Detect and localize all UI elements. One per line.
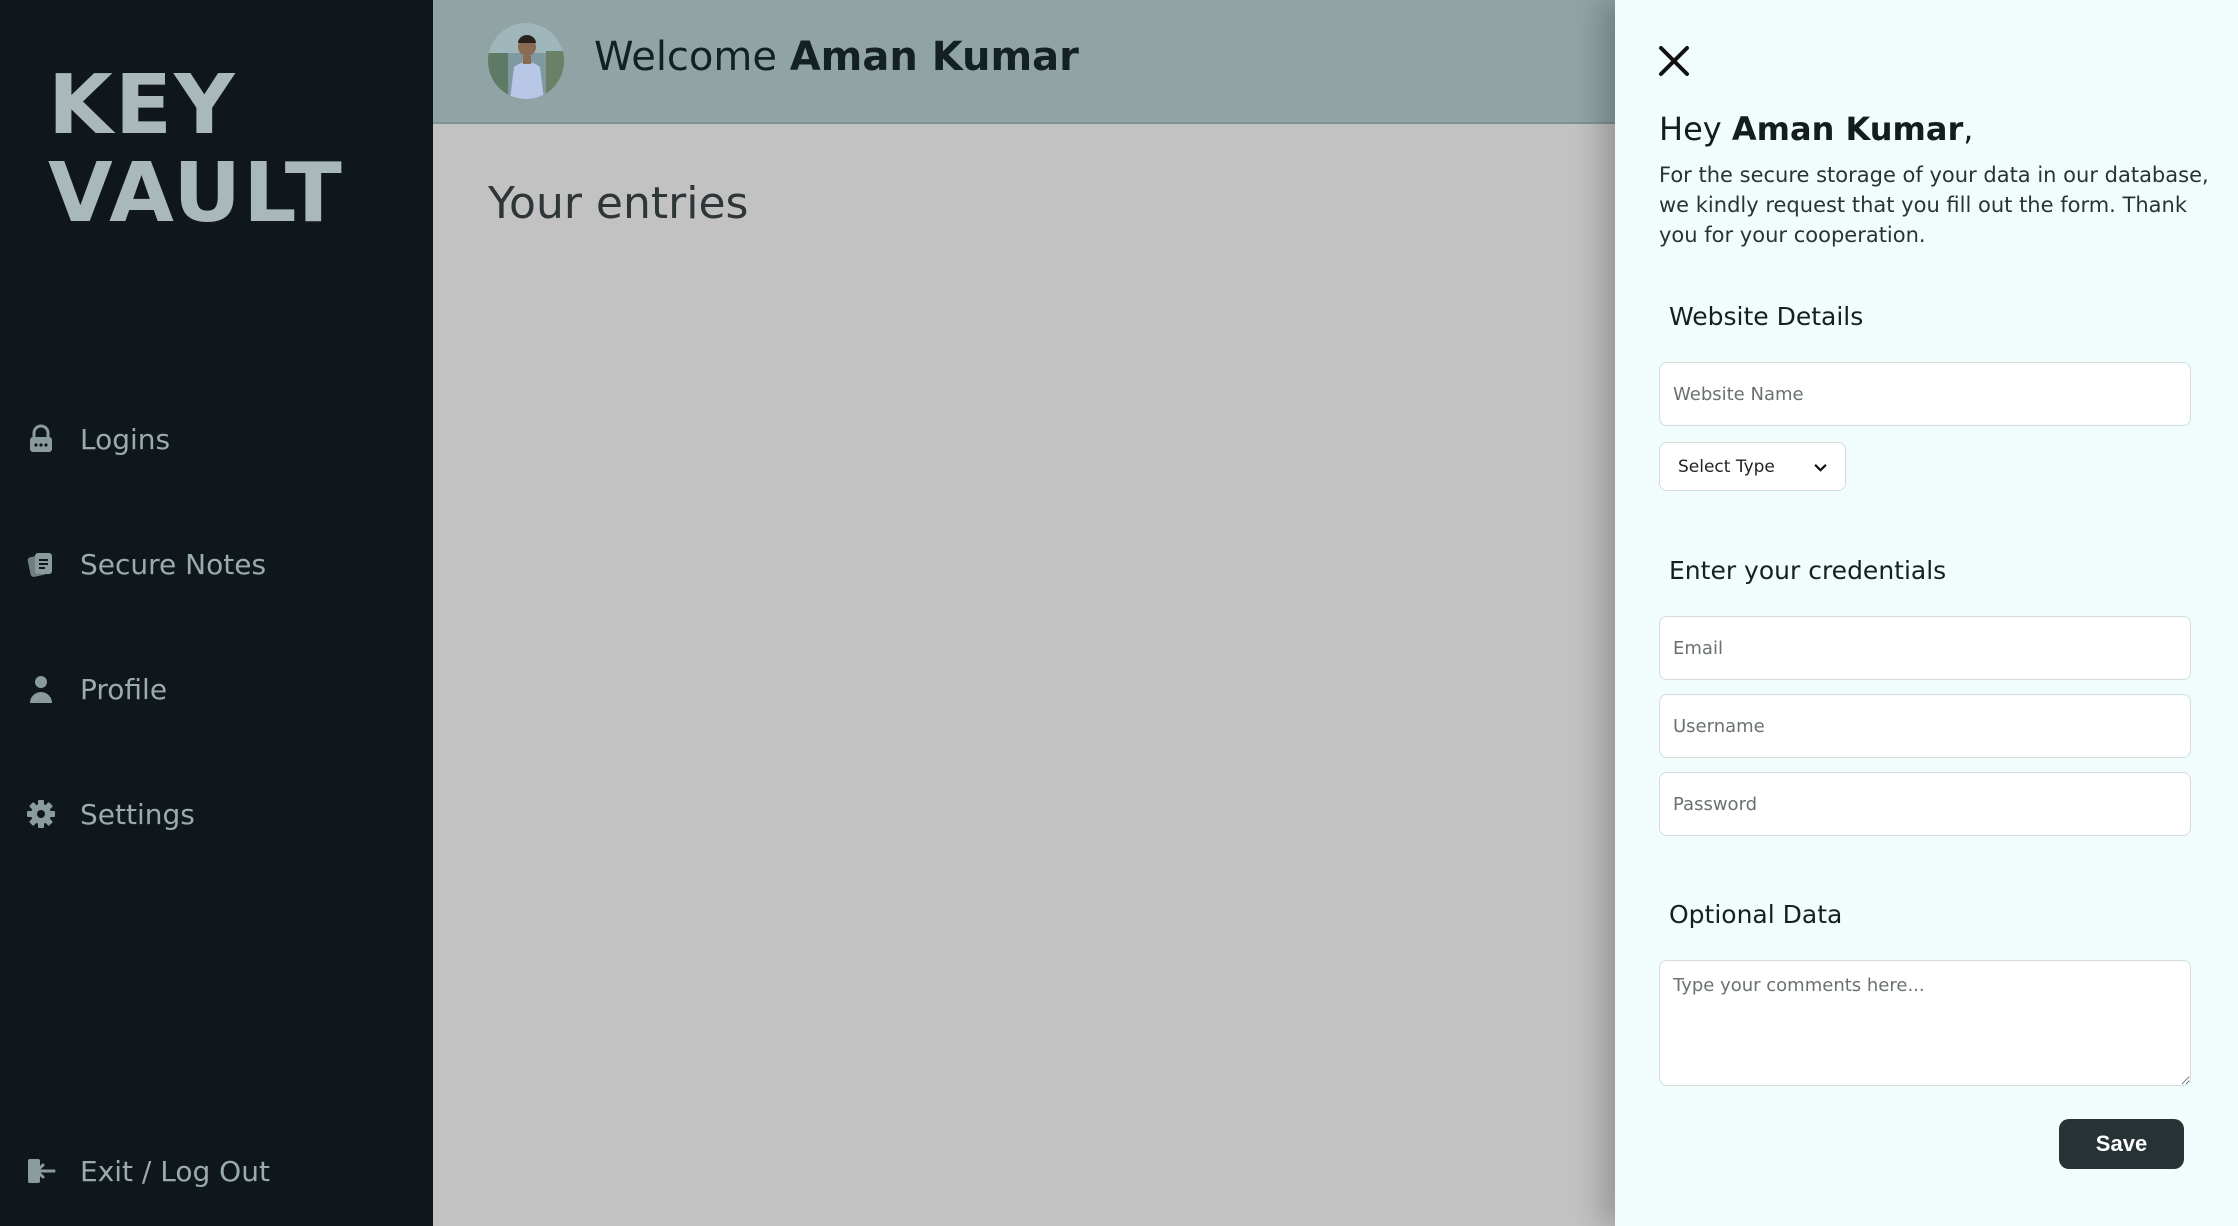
- logo-line-2: VAULT: [48, 146, 344, 241]
- add-entry-panel: Hey Aman Kumar, For the secure storage o…: [1615, 0, 2238, 1226]
- welcome-text: Welcome Aman Kumar: [594, 34, 1079, 80]
- logout-button[interactable]: Exit / Log Out: [26, 1151, 270, 1191]
- comments-textarea[interactable]: [1659, 960, 2191, 1086]
- app-logo: KEY VAULT: [48, 62, 344, 238]
- greeting: Hey Aman Kumar,: [1659, 110, 1973, 148]
- logo-line-1: KEY: [48, 58, 237, 153]
- greeting-suffix: ,: [1963, 110, 1974, 148]
- sidebar-item-settings[interactable]: Settings: [26, 794, 195, 834]
- credentials-heading: Enter your credentials: [1669, 556, 1947, 585]
- intro-text: For the secure storage of your data in o…: [1659, 163, 2209, 247]
- username-field[interactable]: [1659, 694, 2191, 758]
- sidebar-item-label: Logins: [80, 422, 171, 456]
- logout-label: Exit / Log Out: [80, 1154, 270, 1188]
- sidebar-item-label: Profile: [80, 672, 168, 706]
- avatar[interactable]: [488, 23, 564, 99]
- optional-data-heading: Optional Data: [1669, 900, 1843, 929]
- close-icon[interactable]: [1655, 42, 1693, 80]
- chevron-down-icon: [1814, 457, 1827, 477]
- website-details-heading: Website Details: [1669, 302, 1864, 331]
- type-select[interactable]: Select Type: [1659, 442, 1846, 491]
- header: Welcome Aman Kumar: [433, 0, 1615, 124]
- password-field[interactable]: [1659, 772, 2191, 836]
- sidebar-item-label: Secure Notes: [80, 547, 267, 581]
- welcome-prefix: Welcome: [594, 34, 777, 80]
- sidebar-item-profile[interactable]: Profile: [26, 669, 167, 709]
- email-field[interactable]: [1659, 616, 2191, 680]
- lock-icon: [26, 424, 56, 454]
- greeting-prefix: Hey: [1659, 110, 1722, 148]
- sidebar-item-label: Settings: [80, 797, 195, 831]
- greeting-name: Aman Kumar: [1731, 110, 1964, 148]
- page-title: Your entries: [488, 178, 749, 229]
- gear-icon: [26, 799, 56, 829]
- user-name: Aman Kumar: [789, 34, 1079, 80]
- website-name-input[interactable]: [1659, 362, 2191, 426]
- note-icon: [26, 549, 56, 579]
- logout-icon: [26, 1156, 56, 1186]
- save-button[interactable]: Save: [2059, 1119, 2184, 1169]
- user-icon: [26, 674, 56, 704]
- sidebar-item-logins[interactable]: Logins: [26, 419, 170, 459]
- type-select-value: Select Type: [1678, 456, 1775, 477]
- main-content: Welcome Aman Kumar Your entries: [433, 0, 1615, 1226]
- sidebar-item-secure-notes[interactable]: Secure Notes: [26, 544, 266, 584]
- sidebar: KEY VAULT Logins Secure Notes Profile Se…: [0, 0, 433, 1226]
